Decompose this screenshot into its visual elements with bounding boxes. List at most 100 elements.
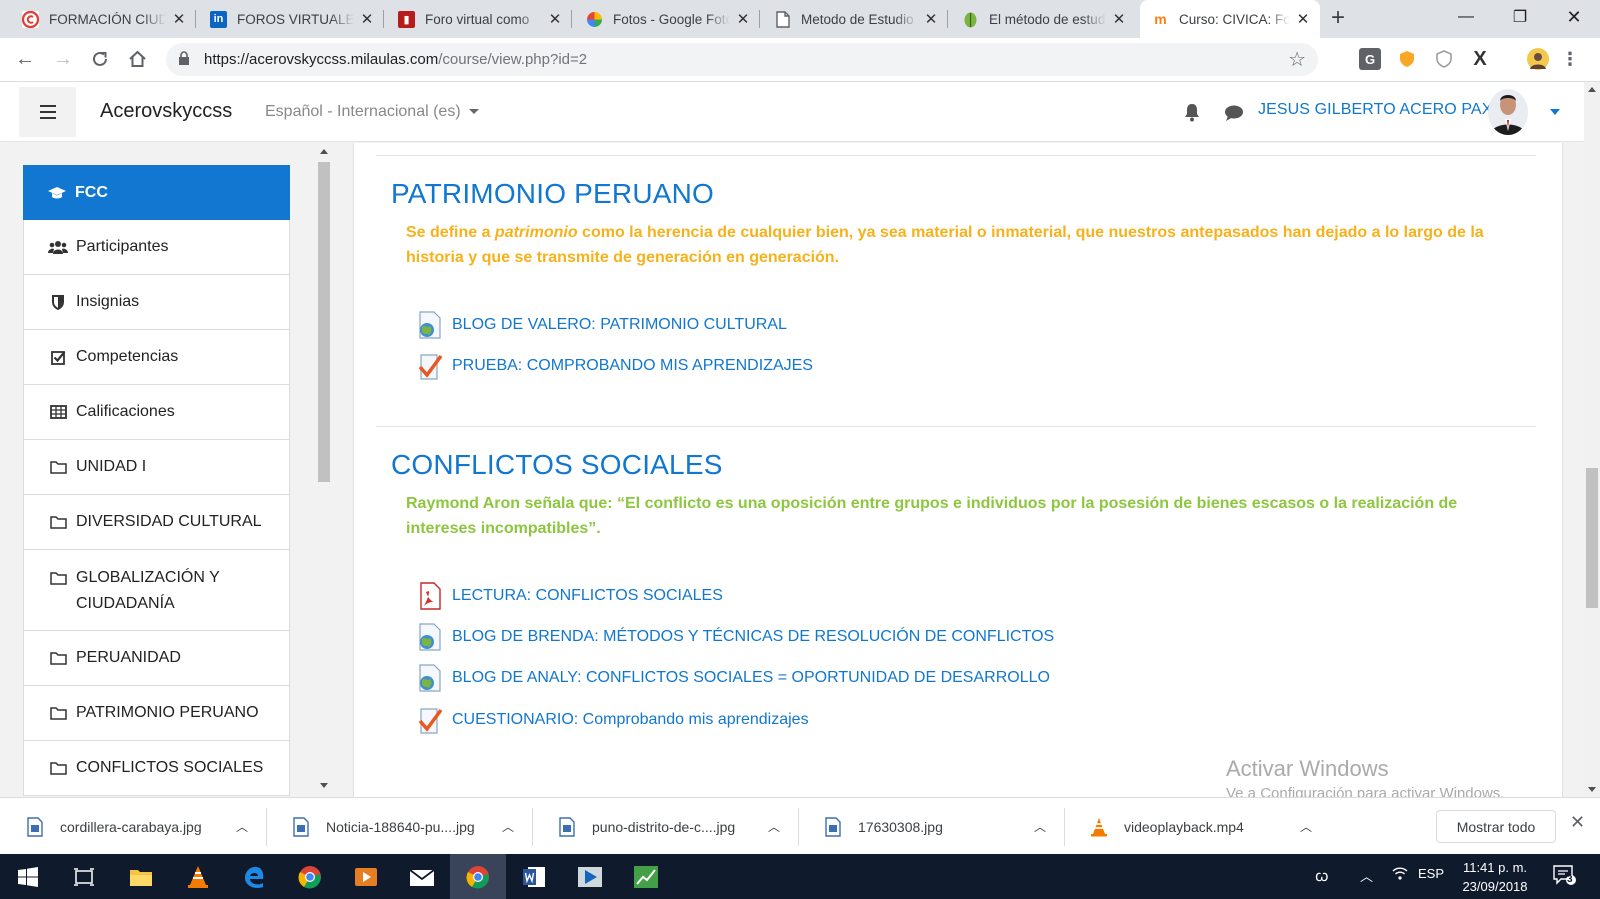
activate-windows-watermark: Activar Windows xyxy=(1226,756,1389,781)
nav-item-course-fcc[interactable]: FCC xyxy=(23,165,290,220)
back-button[interactable]: ← xyxy=(10,44,40,74)
nav-item-globalizacion[interactable]: GLOBALIZACIÓN Y CIUDADANÍA xyxy=(23,550,290,631)
chevron-up-icon[interactable]: ︿ xyxy=(1300,818,1312,835)
download-item[interactable]: videoplayback.mp4 ︿ xyxy=(1090,798,1330,855)
grammarly-extension-icon[interactable]: G xyxy=(1359,48,1381,70)
taskbar-movie-maker[interactable] xyxy=(562,854,618,899)
shield-extension-icon[interactable] xyxy=(1396,48,1418,70)
activity-blog-brenda[interactable]: BLOG DE BRENDA: MÉTODOS Y TÉCNICAS DE RE… xyxy=(416,622,1054,652)
user-menu-name[interactable]: JESUS GILBERTO ACERO PAXI xyxy=(1258,101,1497,119)
address-bar[interactable]: https://acerovskyccss.milaulas.com/cours… xyxy=(166,43,1318,76)
scroll-up-arrow[interactable] xyxy=(1588,87,1596,92)
url-text: https://acerovskyccss.milaulas.com/cours… xyxy=(204,51,587,68)
activity-lectura-conflictos[interactable]: LECTURA: CONFLICTOS SOCIALES xyxy=(416,581,723,611)
downloads-bar: cordillera-carabaya.jpg ︿ Noticia-188640… xyxy=(0,797,1600,854)
chrome-menu-icon[interactable]: ⋮ xyxy=(1559,48,1581,70)
section-title-conflictos-sociales[interactable]: CONFLICTOS SOCIALES xyxy=(391,449,723,481)
input-language[interactable]: ESP xyxy=(1418,866,1444,881)
chevron-down-icon[interactable] xyxy=(1550,109,1560,115)
download-item[interactable]: puno-distrito-de-c....jpg ︿ xyxy=(558,798,799,855)
drawer-scrollbar-thumb[interactable] xyxy=(318,162,330,482)
chevron-up-icon[interactable]: ︿ xyxy=(236,818,248,835)
taskbar-vlc[interactable] xyxy=(170,854,226,899)
close-icon[interactable]: ✕ xyxy=(1294,10,1312,28)
restore-button[interactable]: ❐ xyxy=(1494,0,1546,34)
close-icon[interactable]: ✕ xyxy=(1570,812,1585,833)
bell-icon[interactable] xyxy=(1183,102,1201,122)
tab-foro-virtual[interactable]: ▮ Foro virtual como ✕ xyxy=(386,0,572,38)
hamburger-icon-bar xyxy=(39,117,56,119)
nav-item-peruanidad[interactable]: PERUANIDAD xyxy=(23,631,290,686)
chat-icon[interactable] xyxy=(1224,104,1244,122)
download-item[interactable]: cordillera-carabaya.jpg ︿ xyxy=(26,798,267,855)
page-scrollbar[interactable] xyxy=(1584,82,1600,797)
activity-label: BLOG DE BRENDA: MÉTODOS Y TÉCNICAS DE RE… xyxy=(452,628,1055,645)
task-view-button[interactable] xyxy=(56,854,112,899)
chevron-up-icon[interactable]: ︿ xyxy=(1360,866,1373,885)
tab-el-metodo[interactable]: El método de estudio ✕ xyxy=(950,0,1136,38)
show-all-downloads-button[interactable]: Mostrar todo xyxy=(1436,810,1556,843)
minimize-button[interactable]: — xyxy=(1440,0,1492,34)
star-icon[interactable]: ☆ xyxy=(1288,47,1306,72)
tab-formacion-ciudadana[interactable]: FORMACIÓN CIUDADANA ✕ xyxy=(10,0,196,38)
taskbar-word[interactable] xyxy=(506,854,562,899)
taskbar-file-explorer[interactable] xyxy=(113,854,169,899)
nav-item-competencias[interactable]: Competencias xyxy=(23,330,290,385)
tab-foros-virtuales[interactable]: in FOROS VIRTUALES ✕ xyxy=(198,0,384,38)
drawer-toggle-button[interactable] xyxy=(19,87,76,137)
x-extension-icon[interactable]: X xyxy=(1469,48,1491,70)
window-close-button[interactable]: ✕ xyxy=(1548,0,1600,34)
user-avatar[interactable] xyxy=(1488,89,1528,135)
activity-blog-analy[interactable]: BLOG DE ANALY: CONFLICTOS SOCIALES = OPO… xyxy=(416,663,1050,693)
chevron-up-icon[interactable]: ︿ xyxy=(768,818,780,835)
chevron-up-icon[interactable]: ︿ xyxy=(1034,818,1046,835)
taskbar-spreadsheet[interactable] xyxy=(618,854,674,899)
close-icon[interactable]: ✕ xyxy=(1110,10,1128,28)
close-icon[interactable]: ✕ xyxy=(922,10,940,28)
reload-button[interactable] xyxy=(85,44,115,74)
windows-start-button[interactable] xyxy=(0,854,56,899)
people-icon[interactable]: ꞷ xyxy=(1315,866,1329,886)
nav-item-participantes[interactable]: Participantes xyxy=(23,220,290,275)
activity-prueba-aprendizajes[interactable]: PRUEBA: COMPROBANDO MIS APRENDIZAJES xyxy=(416,351,813,381)
scroll-down-arrow[interactable] xyxy=(320,783,328,788)
forward-button[interactable]: → xyxy=(48,44,78,74)
section-title-patrimonio-peruano[interactable]: PATRIMONIO PERUANO xyxy=(391,178,714,210)
nav-item-insignias[interactable]: Insignias xyxy=(23,275,290,330)
taskbar-edge[interactable] xyxy=(226,854,282,899)
scroll-down-arrow[interactable] xyxy=(1588,787,1596,792)
taskbar-media-player[interactable] xyxy=(338,854,394,899)
taskbar-chrome-active[interactable] xyxy=(450,854,506,899)
wifi-icon[interactable] xyxy=(1392,866,1408,883)
nav-item-unidad-i[interactable]: UNIDAD I xyxy=(23,440,290,495)
close-icon[interactable]: ✕ xyxy=(734,10,752,28)
close-icon[interactable]: ✕ xyxy=(546,10,564,28)
nav-item-conflictos-sociales[interactable]: CONFLICTOS SOCIALES xyxy=(23,741,290,796)
page-scrollbar-thumb[interactable] xyxy=(1586,468,1598,608)
taskbar-chrome[interactable] xyxy=(282,854,338,899)
system-clock[interactable]: 11:41 p. m. 23/09/2018 xyxy=(1455,858,1535,896)
new-tab-button[interactable]: + xyxy=(1324,5,1352,33)
language-menu[interactable]: Español - Internacional (es) xyxy=(265,103,479,121)
drawer-scrollbar[interactable] xyxy=(317,143,331,797)
download-item[interactable]: Noticia-188640-pu....jpg ︿ xyxy=(292,798,533,855)
close-icon[interactable]: ✕ xyxy=(170,10,188,28)
profile-avatar-icon[interactable] xyxy=(1527,48,1549,70)
home-button[interactable] xyxy=(122,44,152,74)
taskbar-mail[interactable] xyxy=(394,854,450,899)
chevron-up-icon[interactable]: ︿ xyxy=(502,818,514,835)
tab-metodo-estudio[interactable]: Metodo de Estudio ✕ xyxy=(762,0,948,38)
scroll-up-arrow[interactable] xyxy=(320,149,328,154)
hamburger-icon-bar xyxy=(39,105,56,107)
site-name[interactable]: Acerovskyccss xyxy=(100,100,232,123)
nav-item-diversidad-cultural[interactable]: DIVERSIDAD CULTURAL xyxy=(23,495,290,550)
tab-google-fotos[interactable]: Fotos - Google Fotos ✕ xyxy=(574,0,760,38)
close-icon[interactable]: ✕ xyxy=(358,10,376,28)
activity-cuestionario[interactable]: CUESTIONARIO: Comprobando mis aprendizaj… xyxy=(416,705,809,735)
activity-blog-valero[interactable]: BLOG DE VALERO: PATRIMONIO CULTURAL xyxy=(416,310,787,340)
privacy-extension-icon[interactable] xyxy=(1433,48,1455,70)
download-item[interactable]: 17630308.jpg ︿ xyxy=(824,798,1065,855)
nav-item-calificaciones[interactable]: Calificaciones xyxy=(23,385,290,440)
nav-item-patrimonio-peruano[interactable]: PATRIMONIO PERUANO xyxy=(23,686,290,741)
tab-curso-civica[interactable]: m Curso: CIVICA: Formación ✕ xyxy=(1140,0,1320,38)
